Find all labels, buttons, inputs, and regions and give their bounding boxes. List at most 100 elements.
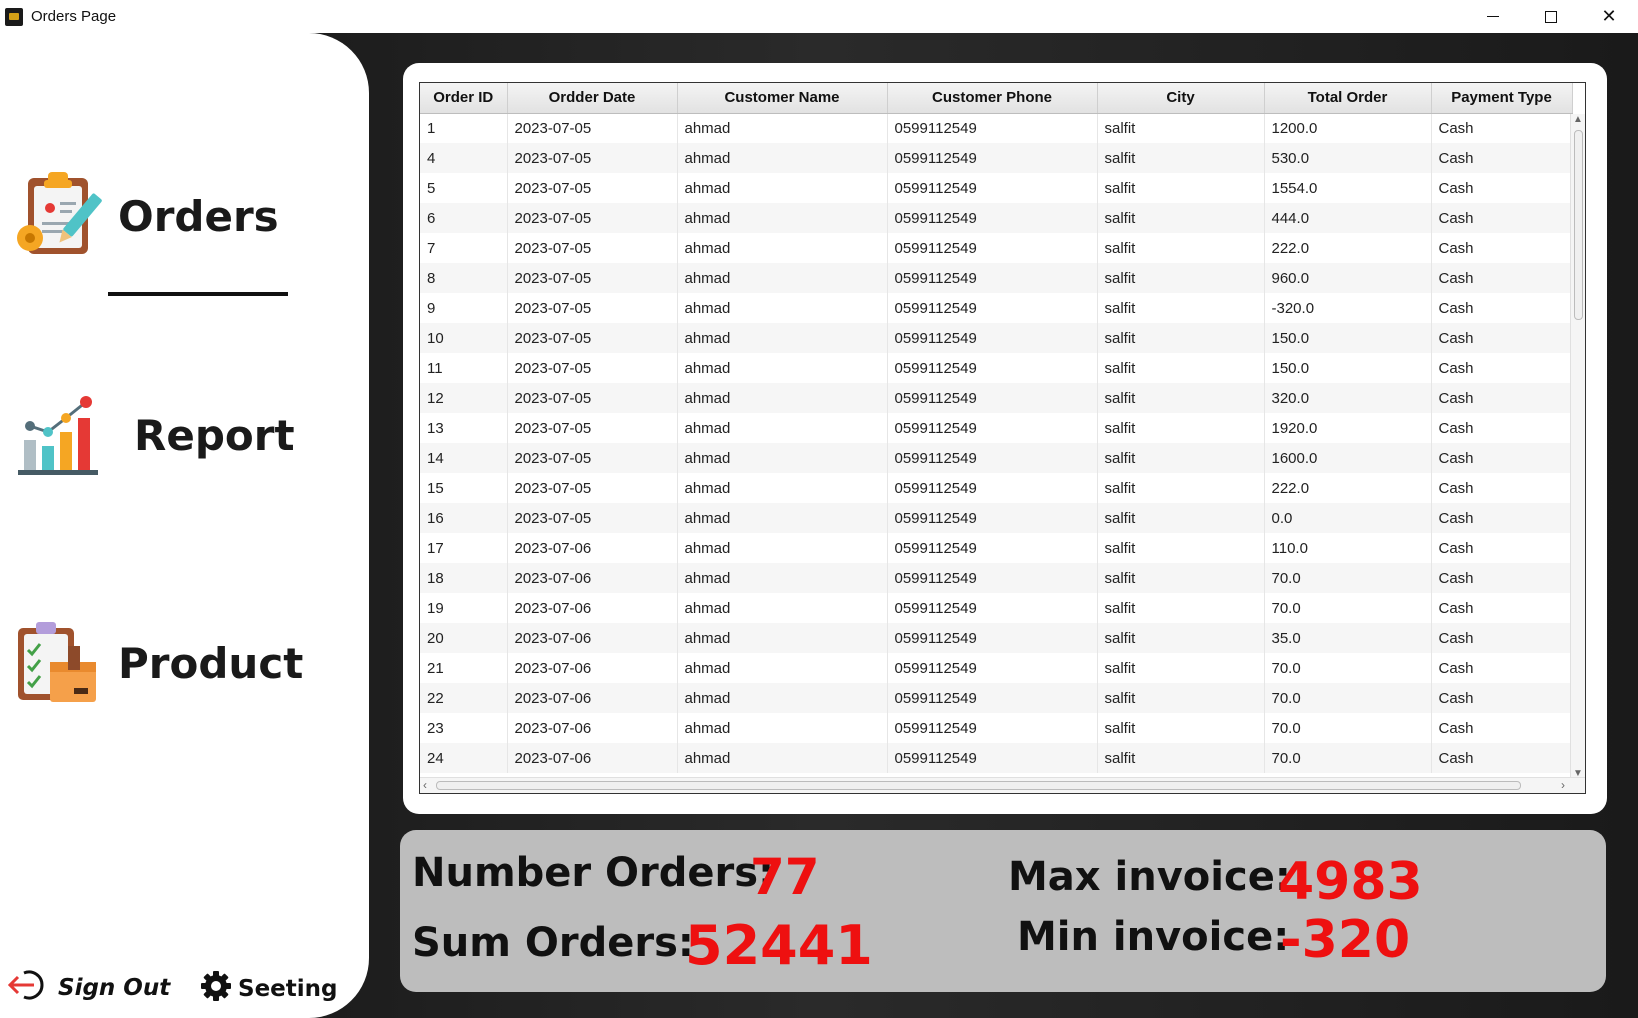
cell-customer-phone: 0599112549 (887, 263, 1098, 293)
cell-payment-type: Cash (1431, 323, 1573, 353)
table-row[interactable]: 19 2023-07-06 ahmad 0599112549 salfit 70.0 Cas… (420, 593, 1573, 623)
cell-total-order: 70.0 (1264, 743, 1432, 773)
scroll-left-icon[interactable]: ‹ (423, 778, 427, 792)
vertical-scroll-thumb[interactable] (1574, 130, 1583, 320)
cell-city: salfit (1097, 623, 1265, 653)
cell-customer-name: ahmad (677, 263, 888, 293)
orders-table[interactable]: Order ID Ordder Date Customer Name Custo… (419, 82, 1586, 794)
cell-order-date: 2023-07-05 (507, 503, 678, 533)
cell-city: salfit (1097, 233, 1265, 263)
cell-order-id: 16 (420, 503, 508, 533)
cell-customer-name: ahmad (677, 743, 888, 773)
cell-total-order: 70.0 (1264, 593, 1432, 623)
orders-table-card: Order ID Ordder Date Customer Name Custo… (403, 63, 1607, 814)
cell-payment-type: Cash (1431, 503, 1573, 533)
table-row[interactable]: 17 2023-07-06 ahmad 0599112549 salfit 110.0 Ca… (420, 533, 1573, 563)
sign-out-button[interactable]: Sign Out (7, 968, 171, 1008)
gear-icon (200, 970, 232, 1008)
max-invoice-label: Max invoice: (1008, 854, 1291, 900)
column-header-order-date[interactable]: Ordder Date (507, 83, 678, 114)
table-row[interactable]: 15 2023-07-05 ahmad 0599112549 salfit 222.0 Ca… (420, 473, 1573, 503)
cell-payment-type: Cash (1431, 143, 1573, 173)
table-row[interactable]: 8 2023-07-05 ahmad 0599112549 salfit 960.0 Cas… (420, 263, 1573, 293)
scroll-up-icon[interactable]: ▲ (1573, 114, 1583, 125)
cell-customer-name: ahmad (677, 383, 888, 413)
cell-order-id: 21 (420, 653, 508, 683)
table-row[interactable]: 13 2023-07-05 ahmad 0599112549 salfit 1920.0 C… (420, 413, 1573, 443)
scroll-right-icon[interactable]: › (1561, 778, 1565, 792)
sign-out-label: Sign Out (58, 975, 171, 1001)
vertical-scrollbar[interactable]: ▲ ▼ (1570, 114, 1585, 779)
sidebar-item-orders[interactable]: Orders (10, 168, 279, 265)
cell-total-order: 960.0 (1264, 263, 1432, 293)
column-header-customer-name[interactable]: Customer Name (677, 83, 888, 114)
minimize-button[interactable] (1464, 0, 1522, 33)
cell-city: salfit (1097, 143, 1265, 173)
min-invoice-label: Min invoice: (1017, 914, 1290, 960)
cell-customer-name: ahmad (677, 623, 888, 653)
cell-order-id: 18 (420, 563, 508, 593)
cell-payment-type: Cash (1431, 113, 1573, 143)
cell-order-id: 11 (420, 353, 508, 383)
horizontal-scrollbar[interactable]: ‹ › (420, 777, 1585, 793)
close-button[interactable]: ✕ (1580, 0, 1638, 33)
sidebar-item-product[interactable]: Product (14, 616, 303, 711)
cell-city: salfit (1097, 263, 1265, 293)
sidebar-item-report[interactable]: Report (14, 388, 295, 483)
table-row[interactable]: 5 2023-07-05 ahmad 0599112549 salfit 1554.0 Ca… (420, 173, 1573, 203)
clipboard-edit-icon (10, 168, 102, 265)
cell-customer-phone: 0599112549 (887, 653, 1098, 683)
cell-customer-phone: 0599112549 (887, 113, 1098, 143)
cell-city: salfit (1097, 653, 1265, 683)
table-row[interactable]: 7 2023-07-05 ahmad 0599112549 salfit 222.0 Cas… (420, 233, 1573, 263)
cell-order-date: 2023-07-06 (507, 743, 678, 773)
bar-chart-icon (14, 388, 104, 483)
max-invoice-value: 4983 (1278, 852, 1423, 912)
table-row[interactable]: 14 2023-07-05 ahmad 0599112549 salfit 1600.0 C… (420, 443, 1573, 473)
table-row[interactable]: 23 2023-07-06 ahmad 0599112549 salfit 70.0 Cas… (420, 713, 1573, 743)
table-row[interactable]: 18 2023-07-06 ahmad 0599112549 salfit 70.0 Cas… (420, 563, 1573, 593)
cell-city: salfit (1097, 563, 1265, 593)
table-row[interactable]: 24 2023-07-06 ahmad 0599112549 salfit 70.0 Cas… (420, 743, 1573, 773)
table-row[interactable]: 11 2023-07-05 ahmad 0599112549 salfit 150.0 Ca… (420, 353, 1573, 383)
cell-customer-phone: 0599112549 (887, 413, 1098, 443)
cell-customer-phone: 0599112549 (887, 383, 1098, 413)
cell-payment-type: Cash (1431, 593, 1573, 623)
column-header-customer-phone[interactable]: Customer Phone (887, 83, 1098, 114)
cell-city: salfit (1097, 683, 1265, 713)
cell-payment-type: Cash (1431, 473, 1573, 503)
cell-customer-phone: 0599112549 (887, 203, 1098, 233)
cell-payment-type: Cash (1431, 173, 1573, 203)
settings-button[interactable]: Seeting (200, 970, 337, 1008)
cell-city: salfit (1097, 323, 1265, 353)
horizontal-scroll-thumb[interactable] (436, 781, 1521, 790)
cell-order-id: 14 (420, 443, 508, 473)
table-row[interactable]: 6 2023-07-05 ahmad 0599112549 salfit 444.0 Cas… (420, 203, 1573, 233)
column-header-order-id[interactable]: Order ID (420, 83, 508, 114)
table-row[interactable]: 22 2023-07-06 ahmad 0599112549 salfit 70.0 Cas… (420, 683, 1573, 713)
column-header-payment-type[interactable]: Payment Type (1431, 83, 1573, 114)
table-row[interactable]: 16 2023-07-05 ahmad 0599112549 salfit 0.0 Cash (420, 503, 1573, 533)
maximize-button[interactable] (1522, 0, 1580, 33)
cell-city: salfit (1097, 443, 1265, 473)
active-underline (108, 292, 288, 296)
table-row[interactable]: 4 2023-07-05 ahmad 0599112549 salfit 530.0 Cas… (420, 143, 1573, 173)
cell-customer-phone: 0599112549 (887, 683, 1098, 713)
cell-total-order: 70.0 (1264, 713, 1432, 743)
column-header-total-order[interactable]: Total Order (1264, 83, 1432, 114)
column-header-city[interactable]: City (1097, 83, 1265, 114)
table-row[interactable]: 20 2023-07-06 ahmad 0599112549 salfit 35.0 Cas… (420, 623, 1573, 653)
table-row[interactable]: 1 2023-07-05 ahmad 0599112549 salfit 1200.0 Ca… (420, 113, 1573, 143)
cell-city: salfit (1097, 353, 1265, 383)
cell-city: salfit (1097, 503, 1265, 533)
table-row[interactable]: 21 2023-07-06 ahmad 0599112549 salfit 70.0 Cas… (420, 653, 1573, 683)
cell-total-order: 1554.0 (1264, 173, 1432, 203)
table-row[interactable]: 9 2023-07-05 ahmad 0599112549 salfit -320.0 Ca… (420, 293, 1573, 323)
table-header-row: Order ID Ordder Date Customer Name Custo… (420, 83, 1573, 114)
cell-customer-phone: 0599112549 (887, 323, 1098, 353)
cell-customer-name: ahmad (677, 113, 888, 143)
table-row[interactable]: 10 2023-07-05 ahmad 0599112549 salfit 150.0 Ca… (420, 323, 1573, 353)
cell-city: salfit (1097, 593, 1265, 623)
cell-order-id: 22 (420, 683, 508, 713)
table-row[interactable]: 12 2023-07-05 ahmad 0599112549 salfit 320.0 Ca… (420, 383, 1573, 413)
